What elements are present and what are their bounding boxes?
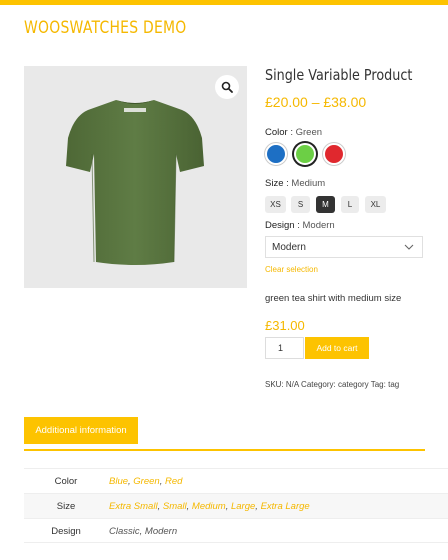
tag-label: Tag: (370, 380, 386, 389)
table-row: Color Blue, Green, Red (24, 468, 448, 493)
attribute-value-link[interactable]: Red (165, 476, 182, 487)
attribute-values: Extra Small, Small, Medium, Large, Extra… (109, 501, 310, 512)
attribute-value-link[interactable]: Medium (192, 501, 226, 512)
chevron-down-icon (404, 244, 414, 250)
variation-price: £31.00 (265, 318, 305, 333)
table-row: Size Extra Small, Small, Medium, Large, … (24, 493, 448, 518)
attribute-name: Color (54, 476, 78, 487)
size-label: Size (265, 178, 284, 189)
size-option-s[interactable]: S (291, 196, 310, 213)
category-link[interactable]: category (338, 380, 369, 389)
design-select[interactable]: Modern (265, 236, 423, 258)
variation-description: green tea shirt with medium size (265, 293, 402, 304)
clear-selection-link[interactable]: Clear selection (265, 265, 318, 274)
design-label: Design (265, 220, 295, 231)
tshirt-image (66, 100, 204, 265)
magnifier-icon[interactable] (215, 75, 239, 99)
attribute-name: Size (56, 501, 76, 512)
price-range: £20.00 – £38.00 (265, 94, 367, 110)
color-swatch-red[interactable] (323, 143, 345, 165)
sku-label: SKU: (265, 380, 284, 389)
size-option-xs[interactable]: XS (265, 196, 286, 213)
quantity-input[interactable]: 1 (265, 337, 304, 359)
design-attribute-label: Design : Modern (265, 220, 335, 231)
site-title[interactable]: WOOSWATCHES DEMO (24, 18, 187, 38)
size-attribute-label: Size : Medium (265, 178, 326, 189)
attribute-name: Design (51, 526, 81, 537)
attribute-value-link[interactable]: Green (133, 476, 159, 487)
product-title: Single Variable Product (265, 66, 413, 84)
size-selected-value: Medium (291, 178, 326, 189)
top-accent-bar (0, 0, 448, 5)
attribute-value-link[interactable]: Small (163, 501, 187, 512)
tab-additional-information[interactable]: Additional information (24, 417, 138, 444)
size-option-m[interactable]: M (316, 196, 335, 213)
design-select-value: Modern (272, 241, 306, 253)
color-swatch-green[interactable] (294, 143, 316, 165)
design-selected-value: Modern (302, 220, 335, 231)
attribute-value: Classic (109, 526, 140, 537)
color-swatch-blue[interactable] (265, 143, 287, 165)
attribute-value-link[interactable]: Blue (109, 476, 128, 487)
product-meta: SKU: N/A Category: category Tag: tag (265, 380, 399, 389)
color-label: Color (265, 127, 288, 138)
attribute-value-link[interactable]: Extra Large (261, 501, 310, 512)
color-attribute-label: Color : Green (265, 127, 323, 138)
tag-link[interactable]: tag (388, 380, 399, 389)
add-to-cart-button[interactable]: Add to cart (305, 337, 369, 359)
attribute-value-link[interactable]: Large (231, 501, 255, 512)
category-label: Category: (301, 380, 336, 389)
product-gallery[interactable] (24, 66, 247, 288)
attribute-values: Classic, Modern (109, 526, 178, 537)
tab-divider (24, 449, 425, 451)
size-option-l[interactable]: L (341, 196, 359, 213)
table-row: Design Classic, Modern (24, 518, 448, 543)
color-selected-value: Green (295, 127, 323, 138)
sku-value: N/A (285, 380, 299, 389)
attribute-value: Modern (144, 526, 178, 537)
size-option-xl[interactable]: XL (365, 196, 386, 213)
attribute-values: Blue, Green, Red (109, 476, 183, 487)
attribute-value-link[interactable]: Extra Small (109, 501, 158, 512)
